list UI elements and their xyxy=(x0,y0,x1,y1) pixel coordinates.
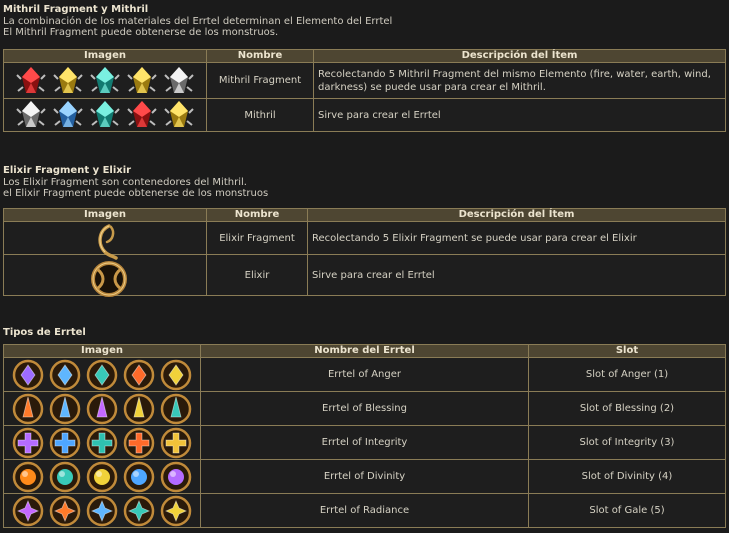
errtel-cross-icon xyxy=(12,427,44,459)
errtel-slot: Slot of Blessing (2) xyxy=(528,391,726,426)
errtel-star-icon xyxy=(49,495,81,527)
table-row: Errtel of Integrity Slot of Integrity (3… xyxy=(3,425,726,460)
yellow-crystal-icon xyxy=(52,65,84,97)
image-cell xyxy=(3,493,201,528)
section-description: El Mithril Fragment puede obtenerse de l… xyxy=(3,27,279,38)
item-name: Elixir Fragment xyxy=(206,221,308,255)
image-cell xyxy=(3,459,201,494)
errtel-orb-icon xyxy=(86,461,118,493)
section-title: Tipos de Errtel xyxy=(3,327,86,338)
item-description: Recolectando 5 Mithril Fragment del mism… xyxy=(313,62,726,99)
image-cell xyxy=(3,254,207,297)
teal-crystal-icon xyxy=(89,99,121,131)
errtel-slot: Slot of Gale (5) xyxy=(528,493,726,528)
errtel-table: Imagen Nombre del Errtel Slot Errtel of … xyxy=(3,344,726,528)
section-description: La combinación de los materiales del Err… xyxy=(3,16,393,27)
section-elixir: Elixir Fragment y Elixir Los Elixir Frag… xyxy=(3,165,268,199)
yellow-crystal-icon xyxy=(163,99,195,131)
yellow-crystal-icon xyxy=(126,65,158,97)
errtel-slot: Slot of Divinity (4) xyxy=(528,459,726,494)
errtel-cross-icon xyxy=(123,427,155,459)
errtel-diamond-icon xyxy=(123,359,155,391)
image-cell xyxy=(3,98,207,132)
errtel-diamond-icon xyxy=(86,359,118,391)
errtel-spike-icon xyxy=(123,393,155,425)
errtel-name: Errtel of Anger xyxy=(200,357,529,392)
errtel-slot: Slot of Integrity (3) xyxy=(528,425,726,460)
elixir-icon xyxy=(89,259,127,297)
column-header-slot: Slot xyxy=(528,344,726,358)
errtel-star-icon xyxy=(123,495,155,527)
item-name: Elixir xyxy=(206,254,308,296)
table-row: Elixir Fragment Recolectando 5 Elixir Fr… xyxy=(3,221,726,260)
errtel-cross-icon xyxy=(160,427,192,459)
grey-crystal-icon xyxy=(15,99,47,131)
errtel-cross-icon xyxy=(86,427,118,459)
errtel-star-icon xyxy=(12,495,44,527)
errtel-spike-icon xyxy=(49,393,81,425)
mithril-table: Imagen Nombre Descripción del Ítem Mithr… xyxy=(3,49,726,132)
table-row: Errtel of Radiance Slot of Gale (5) xyxy=(3,493,726,528)
errtel-diamond-icon xyxy=(12,359,44,391)
errtel-orb-icon xyxy=(160,461,192,493)
item-name: Mithril xyxy=(206,98,314,132)
red-crystal-icon xyxy=(15,65,47,97)
item-description: Sirve para crear el Errtel xyxy=(313,98,726,132)
errtel-name: Errtel of Blessing xyxy=(200,391,529,426)
column-header-name: Nombre del Errtel xyxy=(200,344,529,358)
errtel-star-icon xyxy=(86,495,118,527)
errtel-spike-icon xyxy=(160,393,192,425)
image-cell xyxy=(3,391,201,426)
errtel-orb-icon xyxy=(12,461,44,493)
column-header-description: Descripción del Ítem xyxy=(307,208,726,222)
section-description: Los Elixir Fragment son contenedores del… xyxy=(3,177,247,188)
column-header-name: Nombre xyxy=(206,49,314,63)
item-description: Recolectando 5 Elixir Fragment se puede … xyxy=(307,221,726,255)
elixir-fragment-icon xyxy=(89,222,121,260)
table-row: Errtel of Divinity Slot of Divinity (4) xyxy=(3,459,726,494)
errtel-name: Errtel of Integrity xyxy=(200,425,529,460)
section-title: Mithril Fragment y Mithril xyxy=(3,4,149,15)
errtel-diamond-icon xyxy=(49,359,81,391)
errtel-star-icon xyxy=(160,495,192,527)
image-cell xyxy=(3,62,207,99)
column-header-name: Nombre xyxy=(206,208,308,222)
table-row: Errtel of Blessing Slot of Blessing (2) xyxy=(3,391,726,426)
teal-crystal-icon xyxy=(89,65,121,97)
section-description: el Elixir Fragment puede obtenerse de lo… xyxy=(3,188,269,199)
item-description: Sirve para crear el Errtel xyxy=(307,254,726,296)
blue-crystal-icon xyxy=(52,99,84,131)
elixir-table: Imagen Nombre Descripción del Ítem Elixi… xyxy=(3,208,726,297)
image-cell xyxy=(3,221,207,260)
errtel-orb-icon xyxy=(123,461,155,493)
errtel-orb-icon xyxy=(49,461,81,493)
table-row: Elixir Sirve para crear el Errtel xyxy=(3,254,726,297)
errtel-name: Errtel of Radiance xyxy=(200,493,529,528)
errtel-spike-icon xyxy=(86,393,118,425)
column-header-image: Imagen xyxy=(3,344,201,358)
errtel-slot: Slot of Anger (1) xyxy=(528,357,726,392)
errtel-diamond-icon xyxy=(160,359,192,391)
section-title: Elixir Fragment y Elixir xyxy=(3,165,132,176)
image-cell xyxy=(3,357,201,392)
errtel-cross-icon xyxy=(49,427,81,459)
column-header-image: Imagen xyxy=(3,208,207,222)
item-name: Mithril Fragment xyxy=(206,62,314,99)
errtel-name: Errtel of Divinity xyxy=(200,459,529,494)
section-errtel-types: Tipos de Errtel xyxy=(3,327,86,339)
section-mithril: Mithril Fragment y Mithril La combinació… xyxy=(3,4,392,38)
table-row: Errtel of Anger Slot of Anger (1) xyxy=(3,357,726,392)
column-header-image: Imagen xyxy=(3,49,207,63)
red-crystal-icon xyxy=(126,99,158,131)
table-row: Mithril Sirve para crear el Errtel xyxy=(3,98,726,132)
errtel-spike-icon xyxy=(12,393,44,425)
image-cell xyxy=(3,425,201,460)
column-header-description: Descripción del Ítem xyxy=(313,49,726,63)
grey-crystal-icon xyxy=(163,65,195,97)
table-row: Mithril Fragment Recolectando 5 Mithril … xyxy=(3,62,726,99)
